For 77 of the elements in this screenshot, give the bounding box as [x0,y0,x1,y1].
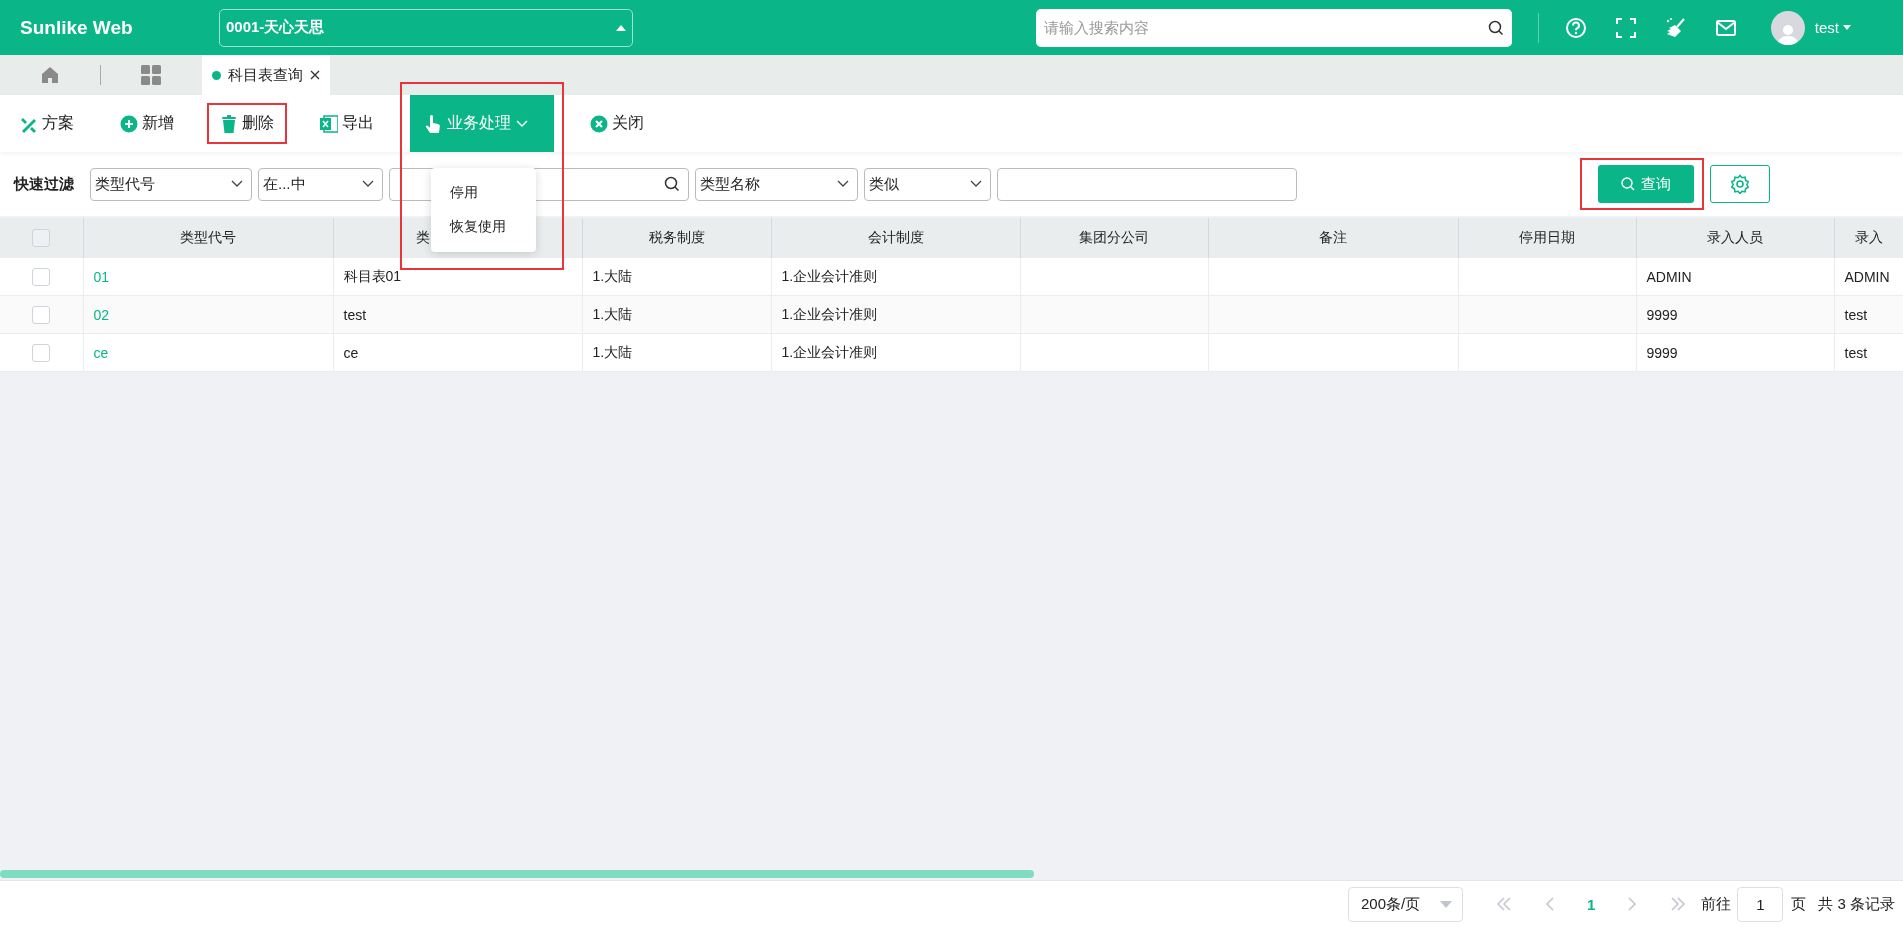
row-checkbox[interactable] [32,305,51,324]
table-cell: test [1844,344,1868,361]
table-cell: 1.大陆 [592,343,633,360]
trash-icon [220,114,238,133]
hand-pointer-icon [424,114,442,133]
total-records: 共 3 条记录 [1818,894,1895,914]
table-cell: 1.企业会计准则 [781,343,878,360]
filter-select[interactable]: 类型名称 [695,167,858,201]
toolbar-button[interactable]: 导出 [310,104,384,143]
column-header[interactable]: 集团分公司 [1020,218,1208,258]
grid-icon[interactable] [141,65,161,85]
settings-icon [1730,174,1750,194]
chevron-down-icon [837,180,849,188]
column-header[interactable]: 会计制度 [771,218,1020,258]
table-cell: 1.大陆 [592,305,633,322]
table-cell: 9999 [1646,306,1678,323]
status-dot [212,70,221,80]
user-avatar[interactable] [1770,10,1805,45]
toolbar-button[interactable]: 删除 [210,104,284,143]
toolbar-button[interactable]: 关闭 [580,104,654,143]
plus-circle-icon [120,114,138,133]
home-icon[interactable] [41,66,59,84]
first-page-icon[interactable] [1494,896,1513,912]
settings-button[interactable] [1710,165,1770,203]
table-cell: test [343,306,367,323]
search-field[interactable]: 请输入搜索内容 [1035,8,1512,47]
excel-icon [320,114,338,133]
page-size-select[interactable]: 200条/页 [1347,886,1463,922]
filter-select[interactable]: 在...中 [258,167,383,201]
menu-item[interactable]: 恢复使用 [431,210,536,244]
help-icon[interactable] [1564,16,1587,39]
table-cell: ADMIN [1844,268,1890,285]
table-cell: 1.企业会计准则 [781,305,878,322]
last-page-icon[interactable] [1669,896,1688,912]
close-circle-icon [590,114,608,133]
menu-item[interactable]: 停用 [431,176,536,210]
filter-input[interactable] [997,167,1297,201]
chevron-down-icon [231,180,243,188]
table-cell: 1.企业会计准则 [781,267,878,284]
goto-label: 前往 [1701,894,1732,914]
row-checkbox[interactable] [32,267,51,286]
filter-select[interactable]: 类似 [864,167,991,201]
goto-page-field[interactable]: 1 [1737,886,1784,922]
search-icon[interactable] [664,176,680,192]
table-cell: 科目表01 [343,267,402,284]
broom-icon[interactable] [1664,16,1687,39]
table-cell: 9999 [1646,344,1678,361]
column-header[interactable]: 类型代号 [83,218,333,258]
column-header[interactable]: 录入人员 [1636,218,1834,258]
search-icon [1621,177,1635,191]
column-header[interactable]: 税务制度 [582,218,771,258]
table-cell: ADMIN [1646,268,1692,285]
horizontal-scrollbar[interactable] [0,870,1034,878]
filter-select[interactable]: 类型代号 [90,167,252,201]
caret-up-icon [616,24,626,31]
close-icon[interactable] [310,70,320,80]
search-icon[interactable] [1487,19,1504,36]
column-header[interactable]: 备注 [1208,218,1458,258]
table-cell: test [1844,306,1868,323]
filter-label: 快速过滤 [14,174,74,194]
table-cell: ce [343,344,359,361]
page-tab[interactable]: 科目表查询 [202,55,330,95]
toolbar-button[interactable]: 新增 [110,104,184,143]
page-label: 页 [1791,894,1807,914]
caret-down-icon [1439,900,1452,908]
fullscreen-icon[interactable] [1614,16,1637,39]
table-cell: 1.大陆 [592,267,633,284]
chevron-down-icon [516,119,528,128]
column-header[interactable]: 停用日期 [1458,218,1636,258]
header-checkbox[interactable] [32,229,51,248]
column-header[interactable]: 录入 [1834,218,1903,258]
row-checkbox[interactable] [32,343,51,362]
chevron-down-icon [362,180,374,188]
caret-down-icon[interactable] [1843,25,1851,30]
chevron-down-icon [970,180,982,188]
app-logo: Sunlike Web [20,16,134,39]
toolbar-button[interactable]: 方案 [10,104,84,143]
